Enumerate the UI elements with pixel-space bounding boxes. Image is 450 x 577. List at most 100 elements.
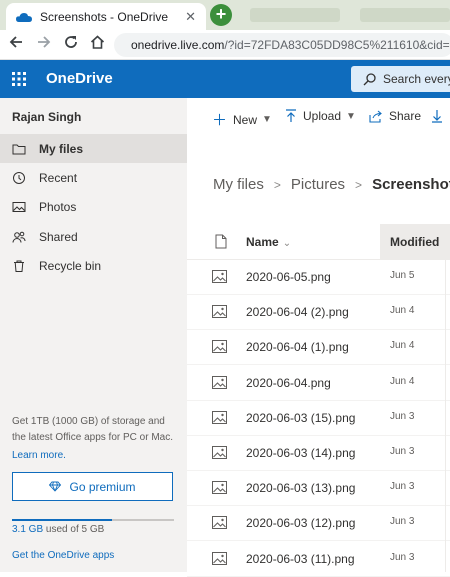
file-name[interactable]: 2020-06-04 (1).png <box>246 340 349 354</box>
onedrive-cloud-icon <box>16 12 32 22</box>
chevron-down-icon: ⌄ <box>282 238 292 249</box>
column-divider <box>445 260 446 572</box>
search-icon <box>363 72 376 85</box>
storage-promo-text: Get 1TB (1000 GB) of storage and the lat… <box>12 416 173 443</box>
file-type-icon[interactable] <box>215 234 227 249</box>
upload-button[interactable]: Upload ▼ <box>285 109 356 123</box>
file-name[interactable]: 2020-06-04.png <box>246 376 331 390</box>
share-button[interactable]: Share <box>369 109 421 123</box>
file-row[interactable]: 2020-06-04.png Jun 4 <box>187 366 450 401</box>
file-name[interactable]: 2020-06-03 (15).png <box>246 411 355 425</box>
breadcrumb-pictures[interactable]: Pictures <box>291 176 345 193</box>
file-modified-date: Jun 4 <box>390 305 415 317</box>
new-tab-button[interactable]: + <box>210 4 232 26</box>
storage-total: used of 5 GB <box>43 524 105 535</box>
breadcrumb: My files > Pictures > Screenshots <box>213 176 450 193</box>
image-file-icon <box>212 340 227 354</box>
file-name[interactable]: 2020-06-03 (13).png <box>246 481 355 495</box>
file-row[interactable]: 2020-06-03 (11).png Jun 3 <box>187 542 450 577</box>
go-premium-label: Go premium <box>69 479 136 494</box>
file-row[interactable]: 2020-06-05.png Jun 5 <box>187 260 450 295</box>
nav-item-my-files[interactable]: My files <box>0 134 187 163</box>
address-bar[interactable]: onedrive.live.com/?id=72FDA83C05DD98C5%2… <box>114 33 450 57</box>
image-icon <box>12 201 26 212</box>
file-modified-date: Jun 3 <box>390 410 415 422</box>
url-text: onedrive.live.com/?id=72FDA83C05DD98C5%2… <box>131 38 450 52</box>
get-apps-link[interactable]: Get the OneDrive apps <box>12 550 114 561</box>
file-name[interactable]: 2020-06-05.png <box>246 270 331 284</box>
image-file-icon <box>212 305 227 319</box>
plus-icon: ＋ <box>212 112 228 129</box>
browser-tab-strip: Screenshots - OneDrive ✕ + <box>0 0 450 30</box>
nav-item-label: My files <box>39 141 84 156</box>
image-file-icon <box>212 410 227 424</box>
file-name[interactable]: 2020-06-03 (11).png <box>246 552 355 566</box>
file-modified-date: Jun 3 <box>390 516 415 528</box>
clock-icon <box>13 171 25 184</box>
browser-toolbar: onedrive.live.com/?id=72FDA83C05DD98C5%2… <box>0 30 450 60</box>
column-name-label: Name <box>246 235 279 249</box>
file-modified-date: Jun 5 <box>390 270 415 281</box>
nav-item-photos[interactable]: Photos <box>0 192 187 221</box>
command-bar: ＋ New ▼ Upload ▼ Share <box>187 98 450 136</box>
storage-usage-text[interactable]: 3.1 GB used of 5 GB <box>12 524 104 535</box>
chevron-right-icon: > <box>355 178 363 192</box>
upload-icon <box>286 109 296 122</box>
folder-icon <box>12 144 26 154</box>
nav-item-label: Recent <box>39 170 78 185</box>
chevron-right-icon: > <box>273 178 281 192</box>
background-tab[interactable] <box>250 8 340 22</box>
app-name[interactable]: OneDrive <box>46 70 113 87</box>
file-modified-date: Jun 3 <box>390 551 415 563</box>
image-file-icon <box>212 375 227 389</box>
file-modified-date: Jun 4 <box>390 375 415 387</box>
file-modified-date: Jun 3 <box>390 481 415 493</box>
share-label: Share <box>389 109 422 123</box>
file-row[interactable]: 2020-06-03 (13).png Jun 3 <box>187 471 450 507</box>
image-file-icon <box>212 551 227 565</box>
file-name[interactable]: 2020-06-03 (14).png <box>246 446 355 460</box>
browser-tab[interactable]: Screenshots - OneDrive ✕ <box>6 3 206 30</box>
column-modified-label: Modified <box>390 235 440 249</box>
forward-arrow-icon[interactable] <box>34 35 54 55</box>
file-row[interactable]: 2020-06-04 (2).png Jun 4 <box>187 295 450 331</box>
file-row[interactable]: 2020-06-03 (15).png Jun 3 <box>187 401 450 436</box>
breadcrumb-my-files[interactable]: My files <box>213 176 264 193</box>
download-button[interactable] <box>432 109 448 123</box>
back-arrow-icon[interactable] <box>6 35 26 55</box>
column-header-name[interactable]: Name ⌄ <box>246 235 291 249</box>
go-premium-button[interactable]: Go premium <box>12 472 173 501</box>
new-button[interactable]: ＋ New ▼ <box>212 109 272 130</box>
home-icon[interactable] <box>87 35 107 55</box>
file-row[interactable]: 2020-06-04 (1).png Jun 4 <box>187 330 450 366</box>
image-file-icon <box>212 446 227 459</box>
file-row[interactable]: 2020-06-03 (12).png Jun 3 <box>187 506 450 542</box>
file-row[interactable]: 2020-06-03 (14).png Jun 3 <box>187 436 450 471</box>
chevron-down-icon: ▼ <box>262 114 272 125</box>
upload-label: Upload <box>303 109 342 123</box>
search-box[interactable]: Search every <box>351 66 450 92</box>
reload-icon[interactable] <box>61 35 81 55</box>
nav-item-recent[interactable]: Recent <box>0 163 187 192</box>
nav-item-label: Shared <box>39 229 78 244</box>
nav-item-recycle-bin[interactable]: Recycle bin <box>0 251 187 280</box>
chevron-down-icon: ▼ <box>346 110 356 122</box>
app-header: OneDrive Search every <box>0 60 450 98</box>
nav-item-shared[interactable]: Shared <box>0 222 187 251</box>
new-label: New <box>233 112 258 127</box>
share-icon <box>369 110 382 123</box>
diamond-icon <box>49 481 62 492</box>
close-tab-icon[interactable]: ✕ <box>185 9 196 25</box>
file-name[interactable]: 2020-06-03 (12).png <box>246 516 355 530</box>
image-file-icon <box>212 516 227 530</box>
app-launcher-icon[interactable] <box>12 72 26 86</box>
background-tab[interactable] <box>360 8 450 22</box>
column-header-modified[interactable]: Modified <box>380 224 450 260</box>
storage-meter <box>12 519 174 521</box>
nav-item-label: Photos <box>39 199 77 214</box>
file-name[interactable]: 2020-06-04 (2).png <box>246 305 349 319</box>
file-list-header: Name ⌄ Modified <box>187 224 450 260</box>
learn-more-link[interactable]: Learn more. <box>12 450 66 461</box>
file-modified-date: Jun 3 <box>390 446 415 457</box>
file-modified-date: Jun 4 <box>390 340 415 352</box>
